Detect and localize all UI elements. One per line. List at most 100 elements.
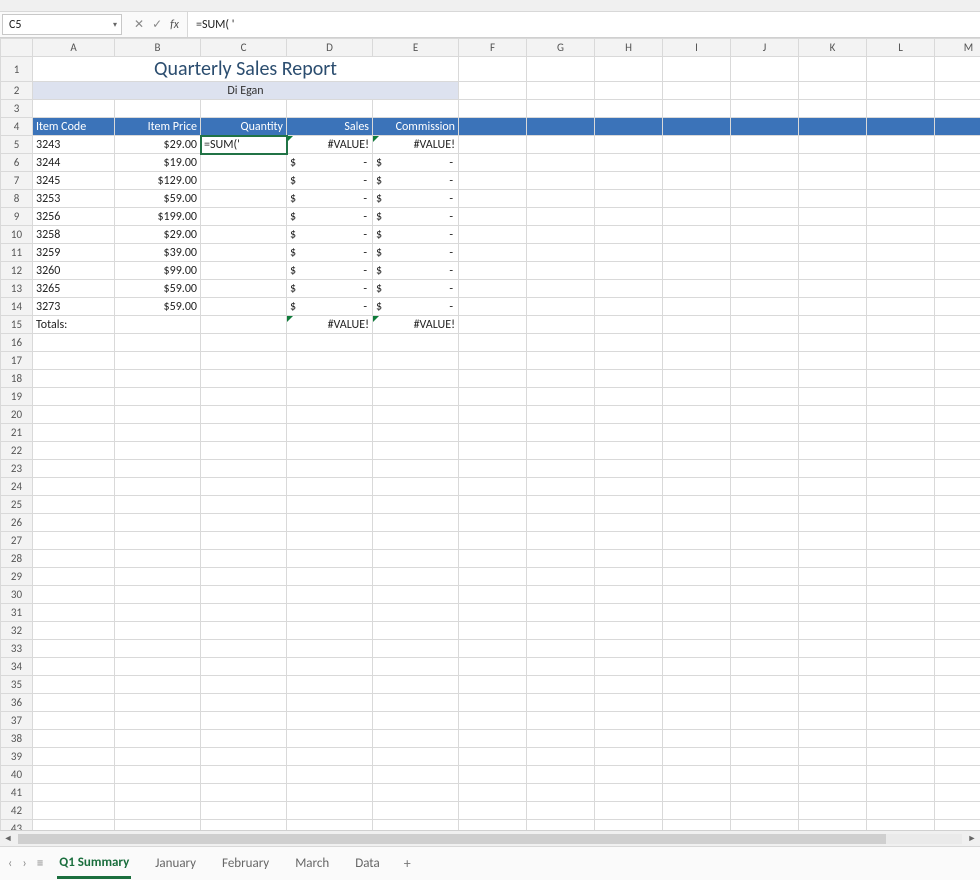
col-header-C[interactable]: C: [201, 39, 287, 57]
cell[interactable]: [373, 442, 459, 460]
cell[interactable]: [287, 658, 373, 676]
cell[interactable]: [201, 622, 287, 640]
cell[interactable]: [459, 370, 527, 388]
cell[interactable]: [935, 82, 980, 100]
cell[interactable]: [867, 730, 935, 748]
cell[interactable]: [595, 154, 663, 172]
cell[interactable]: [459, 694, 527, 712]
cell[interactable]: [373, 820, 459, 831]
cell[interactable]: [33, 442, 115, 460]
cell[interactable]: [287, 100, 373, 118]
cell[interactable]: [527, 136, 595, 154]
cell[interactable]: [527, 118, 595, 136]
cell[interactable]: [595, 658, 663, 676]
cell[interactable]: [373, 334, 459, 352]
cancel-formula-button[interactable]: ✕: [134, 17, 144, 32]
cell-item-price[interactable]: $59.00: [115, 280, 201, 298]
cell[interactable]: [731, 262, 799, 280]
cell[interactable]: [867, 316, 935, 334]
cell[interactable]: [663, 424, 731, 442]
cell[interactable]: [731, 388, 799, 406]
row-header[interactable]: 9: [1, 208, 33, 226]
cell[interactable]: [459, 604, 527, 622]
cell-quantity[interactable]: [201, 154, 287, 172]
cell[interactable]: [595, 82, 663, 100]
scroll-right-icon[interactable]: ►: [964, 833, 980, 844]
cell-item-price[interactable]: $59.00: [115, 190, 201, 208]
row-header[interactable]: 35: [1, 676, 33, 694]
cell[interactable]: [373, 604, 459, 622]
sheet-tab[interactable]: March: [293, 850, 331, 877]
row-header[interactable]: 5: [1, 136, 33, 154]
row-header[interactable]: 33: [1, 640, 33, 658]
cell[interactable]: [731, 118, 799, 136]
cell[interactable]: [33, 766, 115, 784]
cell[interactable]: [595, 424, 663, 442]
cell[interactable]: [663, 676, 731, 694]
cell[interactable]: [663, 172, 731, 190]
cell[interactable]: [373, 622, 459, 640]
cell[interactable]: [459, 730, 527, 748]
row-header[interactable]: 30: [1, 586, 33, 604]
cell[interactable]: [799, 766, 867, 784]
cell[interactable]: [459, 442, 527, 460]
cell[interactable]: [527, 712, 595, 730]
cell-commission[interactable]: $-: [373, 262, 459, 280]
cell-sales[interactable]: $-: [287, 244, 373, 262]
cell[interactable]: [33, 694, 115, 712]
cell[interactable]: [595, 784, 663, 802]
cell[interactable]: [115, 658, 201, 676]
cell[interactable]: [287, 406, 373, 424]
cell[interactable]: [731, 784, 799, 802]
cell[interactable]: [867, 298, 935, 316]
cell[interactable]: [595, 190, 663, 208]
cell[interactable]: [663, 208, 731, 226]
cell[interactable]: [731, 298, 799, 316]
cell[interactable]: [287, 460, 373, 478]
cell[interactable]: [663, 658, 731, 676]
cell[interactable]: [201, 496, 287, 514]
cell[interactable]: [201, 478, 287, 496]
cell[interactable]: [527, 730, 595, 748]
cell-item-code[interactable]: 3256: [33, 208, 115, 226]
cell[interactable]: [527, 568, 595, 586]
cell[interactable]: [731, 568, 799, 586]
cell[interactable]: [33, 532, 115, 550]
cell[interactable]: [799, 586, 867, 604]
cell[interactable]: [799, 442, 867, 460]
cell[interactable]: [935, 496, 980, 514]
cell[interactable]: [33, 802, 115, 820]
cell[interactable]: [799, 496, 867, 514]
cell[interactable]: [663, 622, 731, 640]
row-header[interactable]: 34: [1, 658, 33, 676]
cell[interactable]: [731, 406, 799, 424]
cell[interactable]: [33, 406, 115, 424]
cell[interactable]: [799, 820, 867, 831]
cell[interactable]: [115, 478, 201, 496]
cell[interactable]: [201, 694, 287, 712]
cell[interactable]: [287, 676, 373, 694]
report-subtitle[interactable]: Di Egan: [33, 82, 459, 100]
cell-item-price[interactable]: $129.00: [115, 172, 201, 190]
hdr-item-price[interactable]: Item Price: [115, 118, 201, 136]
cell[interactable]: [459, 658, 527, 676]
cell[interactable]: [115, 640, 201, 658]
cell-item-price[interactable]: $59.00: [115, 298, 201, 316]
cell[interactable]: [459, 388, 527, 406]
cell[interactable]: [731, 172, 799, 190]
row-header[interactable]: 37: [1, 712, 33, 730]
cell[interactable]: [799, 730, 867, 748]
cell[interactable]: [595, 316, 663, 334]
cell[interactable]: [373, 730, 459, 748]
cell[interactable]: [373, 514, 459, 532]
cell[interactable]: [287, 694, 373, 712]
cell[interactable]: [115, 622, 201, 640]
row-header[interactable]: 28: [1, 550, 33, 568]
cell[interactable]: [595, 262, 663, 280]
enter-formula-button[interactable]: ✓: [152, 17, 162, 32]
cell[interactable]: [731, 748, 799, 766]
cell-item-code[interactable]: 3253: [33, 190, 115, 208]
cell[interactable]: [459, 244, 527, 262]
cell[interactable]: [373, 424, 459, 442]
cell[interactable]: [201, 406, 287, 424]
